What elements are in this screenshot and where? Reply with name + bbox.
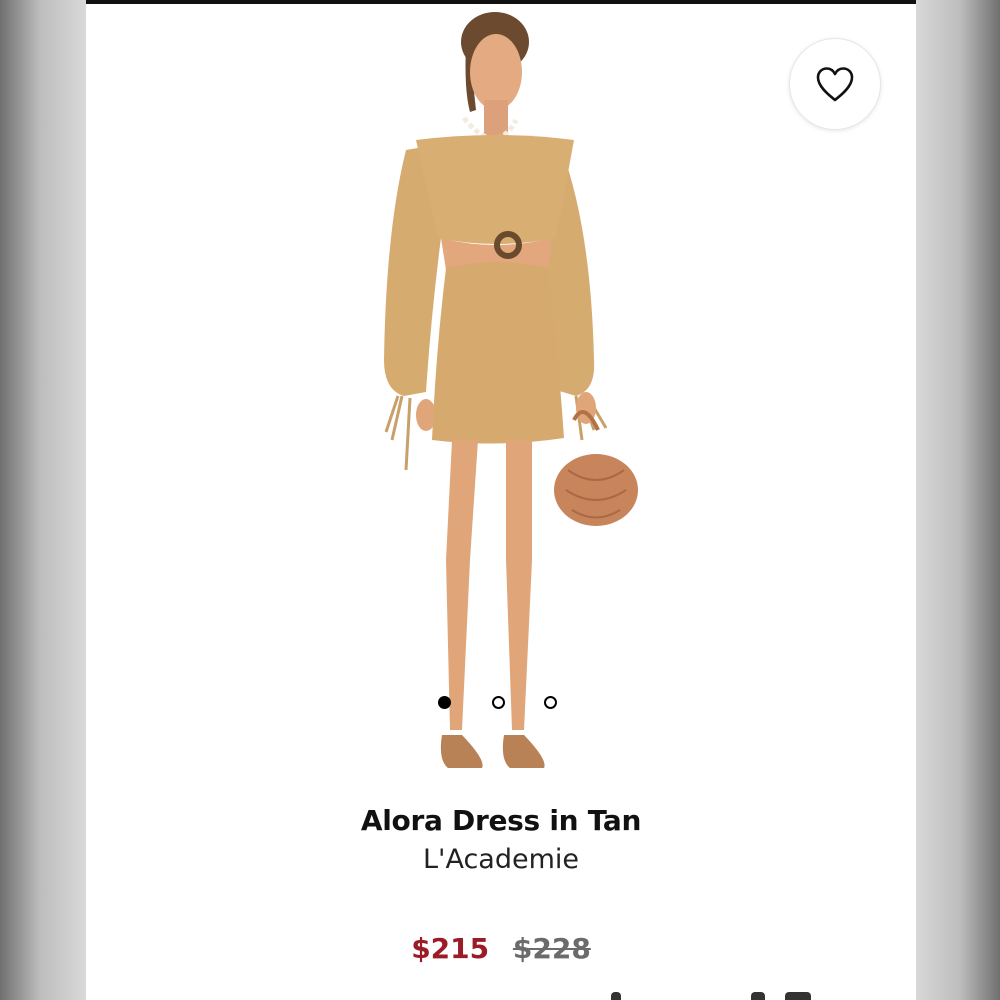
left-leg bbox=[446, 440, 478, 730]
carousel-dots bbox=[438, 696, 568, 716]
carousel-dot-3[interactable] bbox=[544, 696, 557, 709]
top-divider bbox=[86, 0, 916, 4]
product-brand[interactable]: L'Academie bbox=[86, 844, 916, 875]
original-price: $228 bbox=[512, 932, 591, 965]
share-icon[interactable] bbox=[611, 992, 621, 1000]
share-icon[interactable] bbox=[751, 992, 765, 1000]
left-sandal bbox=[440, 735, 483, 768]
carousel-dot-1[interactable] bbox=[438, 696, 451, 709]
favorite-button[interactable] bbox=[789, 38, 881, 130]
share-icons-row bbox=[601, 992, 821, 1000]
price-row: $215 $228 bbox=[86, 932, 916, 965]
dress-skirt bbox=[432, 262, 564, 444]
right-leg bbox=[506, 440, 532, 730]
share-icon[interactable] bbox=[785, 992, 811, 1000]
right-sandal bbox=[502, 735, 545, 768]
product-page: Alora Dress in Tan L'Academie $215 $228 bbox=[86, 0, 916, 1000]
sale-price: $215 bbox=[411, 932, 490, 965]
product-image[interactable] bbox=[366, 8, 646, 788]
carousel-dot-2[interactable] bbox=[492, 696, 505, 709]
dress-top bbox=[416, 135, 574, 244]
heart-icon bbox=[816, 67, 854, 102]
product-title: Alora Dress in Tan bbox=[360, 804, 642, 837]
model-face bbox=[470, 34, 522, 110]
